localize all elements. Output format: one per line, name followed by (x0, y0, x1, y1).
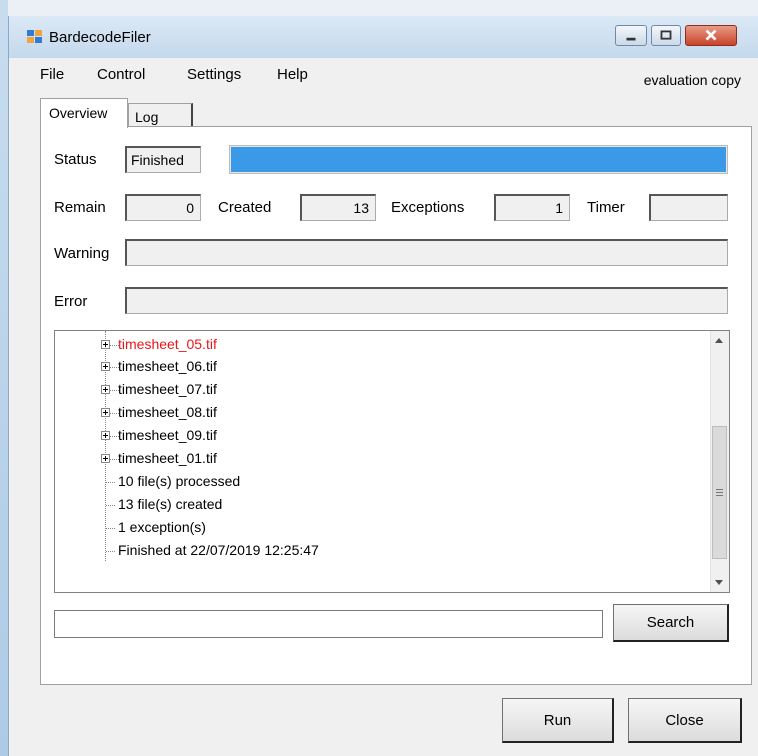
tree-file-name: timesheet_07.tif (118, 381, 217, 397)
progress-bar (229, 145, 728, 174)
tree-scrollbar[interactable] (710, 331, 729, 592)
exceptions-field: 1 (494, 194, 570, 221)
error-field (125, 287, 728, 314)
tree-file-name: timesheet_09.tif (118, 427, 217, 443)
tree-file-name: timesheet_06.tif (118, 358, 217, 374)
warning-label: Warning (54, 245, 110, 262)
expand-icon[interactable] (101, 362, 110, 371)
results-tree[interactable]: timesheet_05.tif timesheet_06.tif timesh… (54, 330, 730, 593)
title-bar[interactable]: BardecodeFiler (9, 16, 758, 58)
tree-summary-text: 1 exception(s) (118, 519, 206, 535)
tree-file-name: timesheet_05.tif (118, 336, 217, 352)
status-field: Finished (125, 146, 201, 173)
status-value: Finished (131, 152, 184, 168)
maximize-icon (660, 30, 672, 40)
tab-log-label: Log (135, 109, 159, 125)
tab-overview[interactable]: Overview (40, 98, 128, 128)
timer-label: Timer (587, 199, 625, 216)
scroll-up-icon[interactable] (715, 338, 723, 343)
error-label: Error (54, 293, 88, 310)
created-field: 13 (300, 194, 376, 221)
maximize-button[interactable] (651, 25, 681, 46)
evaluation-note: evaluation copy (643, 72, 741, 88)
created-value: 13 (353, 200, 369, 216)
window-close-button[interactable] (685, 25, 737, 46)
app-window: BardecodeFiler File Control Settings Hel… (8, 16, 758, 756)
expand-icon[interactable] (101, 385, 110, 394)
warning-field (125, 239, 728, 266)
tree-summary-text: Finished at 22/07/2019 12:25:47 (118, 542, 319, 558)
timer-field (649, 194, 728, 221)
tab-overview-label: Overview (49, 105, 108, 121)
menu-file[interactable]: File (40, 66, 64, 83)
menu-bar: File Control Settings Help evaluation co… (9, 58, 758, 88)
exceptions-value: 1 (555, 200, 563, 216)
remain-value: 0 (186, 200, 194, 216)
search-button[interactable]: Search (613, 604, 729, 642)
expand-icon[interactable] (101, 431, 110, 440)
menu-settings[interactable]: Settings (187, 66, 241, 83)
close-icon (705, 29, 717, 41)
tree-file-name: timesheet_08.tif (118, 404, 217, 420)
status-label: Status (54, 151, 97, 168)
scroll-thumb[interactable] (712, 426, 727, 559)
search-input[interactable] (54, 610, 603, 638)
expand-icon[interactable] (101, 408, 110, 417)
window-title: BardecodeFiler (49, 29, 151, 46)
progress-fill (231, 147, 726, 172)
remain-label: Remain (54, 199, 106, 216)
expand-icon[interactable] (101, 340, 110, 349)
minimize-icon (626, 37, 636, 41)
remain-field: 0 (125, 194, 201, 221)
client-area: File Control Settings Help evaluation co… (9, 58, 758, 756)
tree-summary-text: 10 file(s) processed (118, 473, 241, 489)
desktop-edge (0, 0, 8, 756)
tab-log[interactable]: Log (128, 103, 193, 127)
tree-summary-text: 13 file(s) created (118, 496, 223, 512)
expand-icon[interactable] (101, 454, 110, 463)
created-label: Created (218, 199, 272, 216)
run-button[interactable]: Run (502, 698, 614, 743)
app-icon (27, 30, 42, 43)
menu-help[interactable]: Help (277, 66, 308, 83)
tree-file-name: timesheet_01.tif (118, 450, 217, 466)
overview-panel: Status Finished Remain 0 Created 13 Exce… (40, 126, 752, 685)
exceptions-label: Exceptions (391, 199, 465, 216)
minimize-button[interactable] (615, 25, 647, 46)
close-button[interactable]: Close (628, 698, 742, 743)
menu-control[interactable]: Control (97, 66, 145, 83)
scroll-down-icon[interactable] (715, 580, 723, 585)
